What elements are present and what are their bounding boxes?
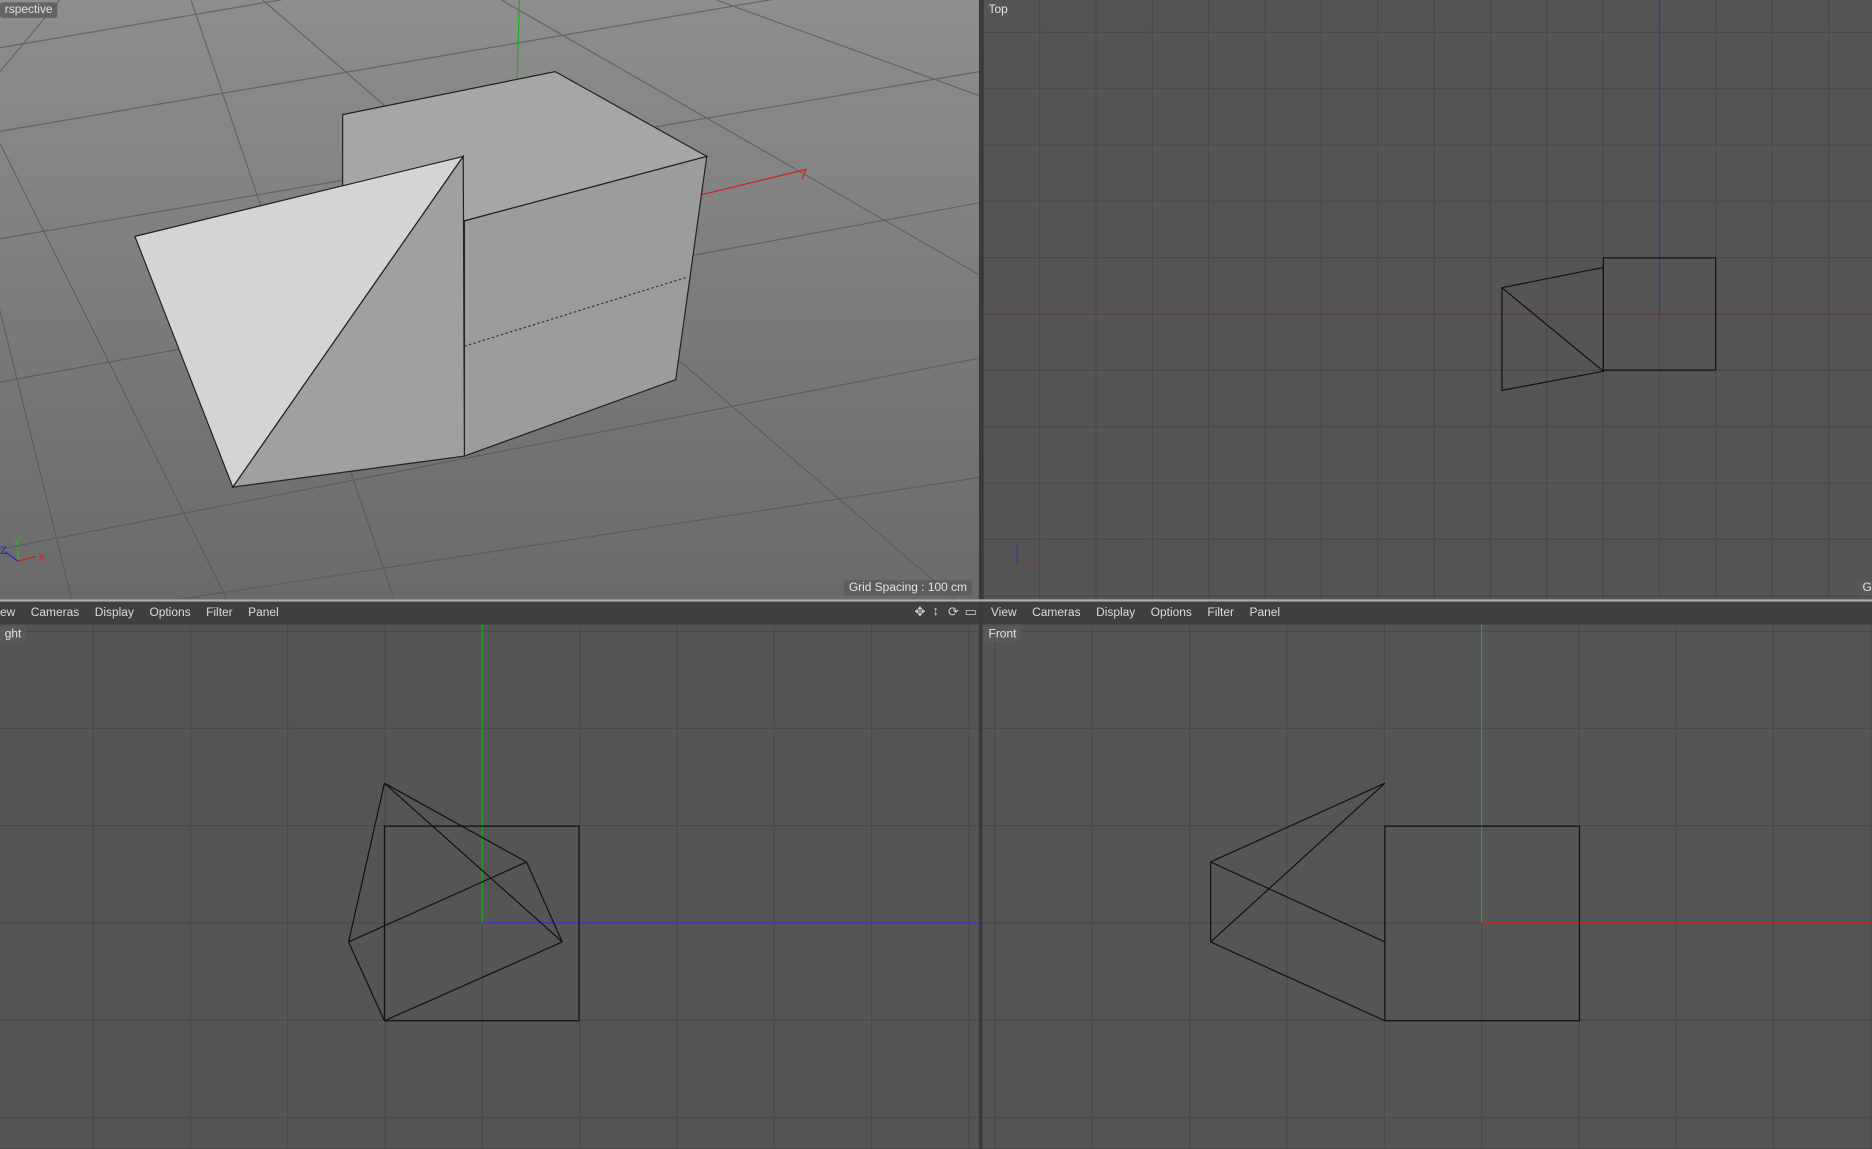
cinema4d-viewports: Y X Z rspective Top Grid Spacing : 100 c… xyxy=(0,0,1872,1149)
menu-options[interactable]: Options xyxy=(149,606,190,619)
zoom-icon[interactable]: ↕ xyxy=(932,604,939,618)
viewport-label-right[interactable]: ght xyxy=(0,626,27,643)
viewport-label-top[interactable]: Top xyxy=(984,2,1013,18)
menu-view[interactable]: ew xyxy=(0,606,15,619)
perspective-viewport[interactable]: Y X Z xyxy=(0,0,980,600)
grid-spacing-perspective: Grid Spacing : 100 cm xyxy=(844,580,972,596)
viewport-label-front[interactable]: Front xyxy=(983,626,1022,643)
axis-label-z: Z xyxy=(0,545,7,557)
menu-view[interactable]: View xyxy=(991,606,1017,619)
rotate-icon[interactable]: ⟳ xyxy=(948,604,959,619)
top-viewport[interactable] xyxy=(983,0,1872,600)
menu-display[interactable]: Display xyxy=(95,606,134,619)
maximize-icon[interactable]: ▭ xyxy=(965,604,977,619)
menu-panel[interactable]: Panel xyxy=(248,606,279,619)
front-viewport[interactable] xyxy=(982,624,1872,1149)
right-viewport[interactable] xyxy=(0,624,979,1149)
menu-cameras[interactable]: Cameras xyxy=(1032,606,1080,619)
menu-filter[interactable]: Filter xyxy=(1207,606,1234,619)
move-icon[interactable]: ✥ xyxy=(915,604,926,619)
grid-spacing-top: G xyxy=(1857,580,1872,596)
menu-options[interactable]: Options xyxy=(1151,606,1192,619)
menu-cameras[interactable]: Cameras xyxy=(31,606,79,619)
viewport-canvas[interactable]: Y X Z xyxy=(0,0,1872,1149)
axis-label-x: X xyxy=(38,552,45,564)
menu-display[interactable]: Display xyxy=(1096,606,1135,619)
axis-label-y: Y xyxy=(13,537,20,549)
viewport-label-perspective[interactable]: rspective xyxy=(0,2,58,18)
menu-panel[interactable]: Panel xyxy=(1249,606,1280,619)
menu-filter[interactable]: Filter xyxy=(206,606,233,619)
menubar-front-viewport: View Cameras Display Options Filter Pane… xyxy=(982,601,1872,625)
menubar-right-viewport: ew Cameras Display Options Filter Panel xyxy=(0,601,979,625)
